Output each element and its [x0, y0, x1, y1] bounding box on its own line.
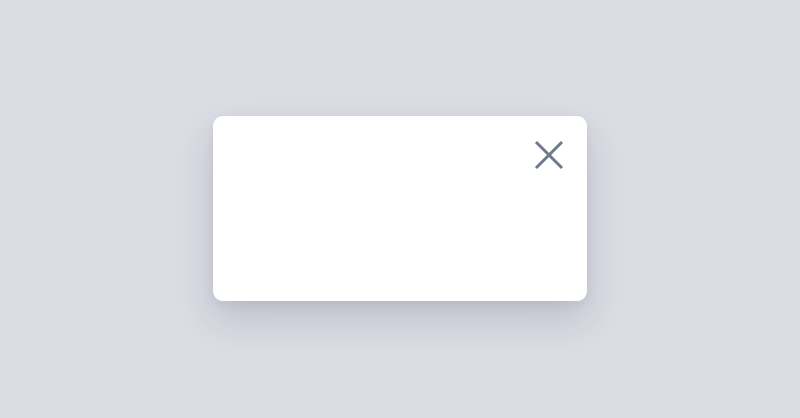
close-icon [534, 140, 564, 170]
close-button[interactable] [529, 135, 569, 175]
modal-dialog [213, 116, 587, 301]
